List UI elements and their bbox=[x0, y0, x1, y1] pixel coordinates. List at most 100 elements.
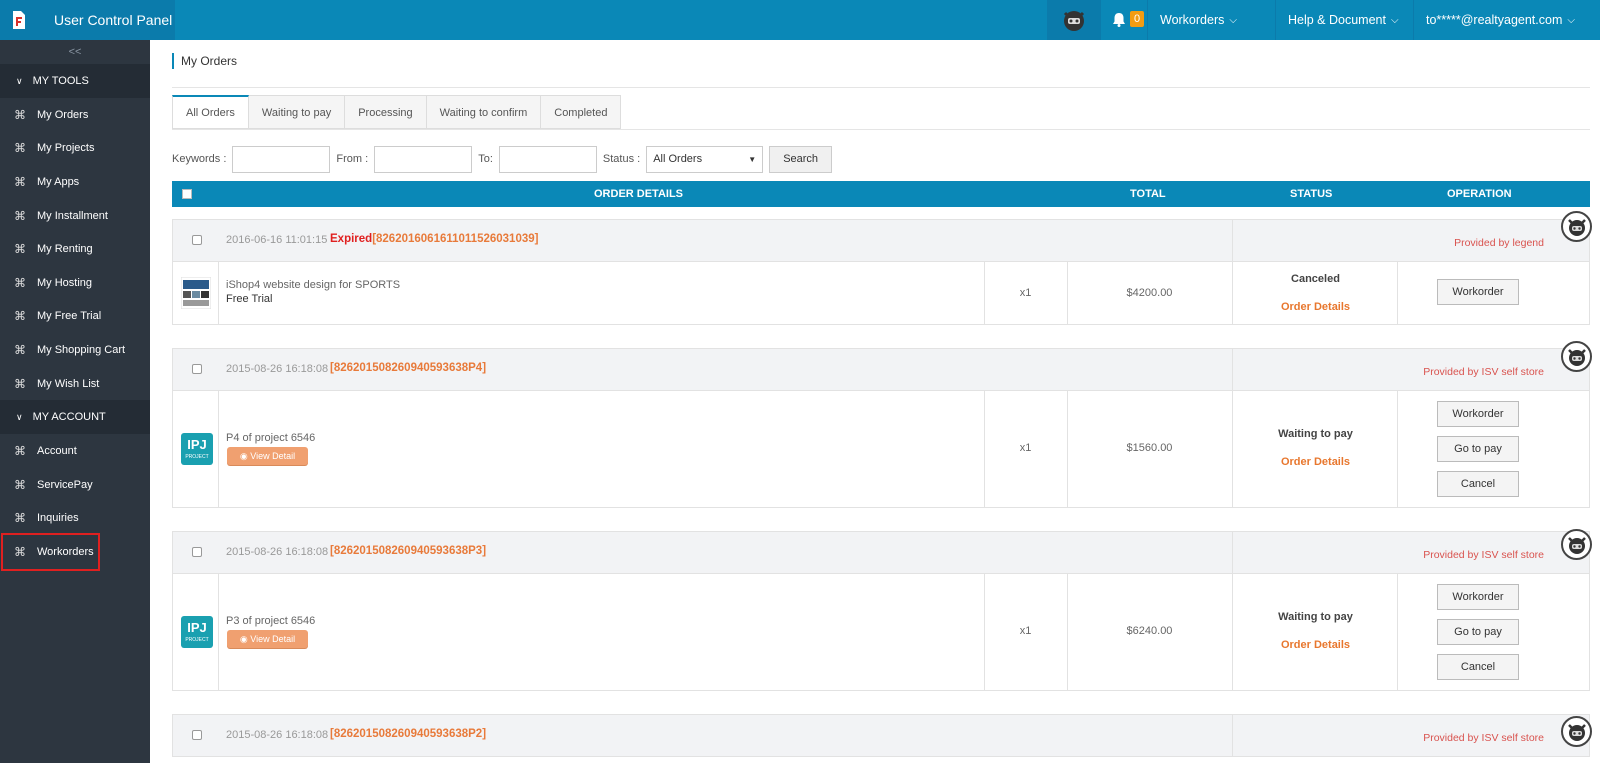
sidebar-item-my-shopping-cart[interactable]: ⌘ My Shopping Cart bbox=[0, 333, 150, 367]
workorder-button[interactable]: Workorder bbox=[1437, 401, 1519, 427]
sidebar-item-label: My Hosting bbox=[37, 276, 93, 289]
product-name[interactable]: P4 of project 6546 bbox=[226, 432, 315, 444]
sidebar-item-my-wish-list[interactable]: ⌘ My Wish List bbox=[0, 367, 150, 401]
keywords-input[interactable] bbox=[232, 145, 331, 173]
divider bbox=[1232, 532, 1233, 574]
help-document-menu[interactable]: Help & Document ⌵ bbox=[1275, 0, 1411, 40]
order-row: 2015-08-26 16:18:08 [8262015082609405936… bbox=[172, 531, 1590, 691]
workorder-button[interactable]: Workorder bbox=[1437, 279, 1519, 305]
divider bbox=[1232, 715, 1233, 757]
eye-icon: ◉ bbox=[239, 451, 248, 461]
quantity: x1 bbox=[1019, 442, 1032, 454]
view-detail-label: View Detail bbox=[250, 451, 296, 461]
order-details-link[interactable]: Order Details bbox=[1243, 456, 1388, 468]
bell-icon bbox=[1113, 12, 1125, 27]
tab-all-orders[interactable]: All Orders bbox=[172, 95, 249, 129]
workorders-menu[interactable]: Workorders ⌵ bbox=[1147, 0, 1249, 40]
tab-completed[interactable]: Completed bbox=[541, 95, 622, 129]
from-date-input[interactable] bbox=[374, 145, 473, 173]
sidebar-item-my-renting[interactable]: ⌘ My Renting bbox=[0, 232, 150, 266]
select-all-checkbox[interactable] bbox=[182, 189, 192, 199]
chevron-down-icon: ⌵ bbox=[1567, 14, 1575, 26]
search-button[interactable]: Search bbox=[769, 145, 833, 173]
sidebar-item-my-orders[interactable]: ⌘ My Orders bbox=[0, 98, 150, 132]
divider bbox=[172, 129, 1590, 130]
order-checkbox[interactable] bbox=[192, 730, 202, 740]
divider bbox=[1397, 574, 1398, 690]
to-date-input[interactable] bbox=[498, 145, 597, 173]
keywords-label: Keywords : bbox=[172, 153, 227, 165]
robot-support-icon[interactable] bbox=[1561, 211, 1592, 242]
total-price: $1560.00 bbox=[1126, 442, 1173, 454]
sidebar-item-my-free-trial[interactable]: ⌘ My Free Trial bbox=[0, 300, 150, 334]
column-header-status: STATUS bbox=[1290, 188, 1333, 200]
sidebar-item-label: My Projects bbox=[37, 142, 95, 155]
sidebar-item-account[interactable]: ⌘ Account bbox=[0, 434, 150, 468]
order-number[interactable]: Expired[8262016061611011526031039] bbox=[330, 233, 538, 245]
sidebar-item-label: My Apps bbox=[37, 175, 80, 188]
user-email-label: to*****@realtyagent.com bbox=[1426, 13, 1563, 27]
cancel-button[interactable]: Cancel bbox=[1437, 471, 1519, 497]
quantity: x1 bbox=[1019, 625, 1032, 637]
cancel-button[interactable]: Cancel bbox=[1437, 654, 1519, 680]
product-thumbnail[interactable] bbox=[180, 276, 213, 310]
status-label: Status : bbox=[602, 153, 641, 165]
robot-support-icon[interactable] bbox=[1561, 341, 1592, 372]
workorder-button[interactable]: Workorder bbox=[1437, 584, 1519, 610]
product-subtitle: Free Trial bbox=[226, 293, 273, 305]
go-to-pay-button[interactable]: Go to pay bbox=[1437, 436, 1519, 462]
product-name[interactable]: P3 of project 6546 bbox=[226, 615, 315, 627]
order-checkbox[interactable] bbox=[192, 364, 202, 374]
order-tabs: All Orders Waiting to pay Processing Wai… bbox=[172, 95, 622, 129]
sidebar-section-my-tools[interactable]: ∨ MY TOOLS bbox=[0, 64, 150, 98]
order-number[interactable]: [826201508260940593638P4] bbox=[330, 362, 486, 374]
project-icon-text: IPJ bbox=[187, 620, 207, 635]
sidebar-collapse-button[interactable]: << bbox=[0, 40, 150, 64]
order-details-link[interactable]: Order Details bbox=[1243, 639, 1388, 651]
divider bbox=[1397, 391, 1398, 507]
user-account-menu[interactable]: to*****@realtyagent.com ⌵ bbox=[1413, 0, 1587, 40]
tab-waiting-to-confirm[interactable]: Waiting to confirm bbox=[426, 95, 542, 129]
sidebar-item-workorders[interactable]: ⌘ Workorders bbox=[1, 533, 100, 571]
robot-support-icon[interactable] bbox=[1561, 716, 1592, 747]
order-details-link[interactable]: Order Details bbox=[1243, 301, 1388, 313]
order-date: 2015-08-26 16:18:08 bbox=[226, 729, 329, 741]
tab-processing[interactable]: Processing bbox=[345, 95, 427, 129]
user-avatar[interactable] bbox=[1047, 0, 1101, 40]
order-number[interactable]: [826201508260940593638P2] bbox=[330, 728, 486, 740]
view-detail-button[interactable]: ◉ View Detail bbox=[227, 447, 308, 465]
order-checkbox[interactable] bbox=[192, 235, 202, 245]
status-select[interactable]: All Orders ▼ bbox=[646, 145, 764, 173]
brand[interactable]: User Control Panel bbox=[0, 0, 175, 40]
sidebar-section-my-account[interactable]: ∨ MY ACCOUNT bbox=[0, 400, 150, 435]
tab-waiting-to-pay[interactable]: Waiting to pay bbox=[248, 95, 346, 129]
order-row: 2015-08-26 16:18:08 [8262015082609405936… bbox=[172, 714, 1590, 757]
project-icon[interactable]: IPJ PROJECT bbox=[181, 616, 213, 648]
robot-support-icon[interactable] bbox=[1561, 529, 1592, 560]
divider bbox=[1067, 574, 1068, 690]
caret-down-icon: ▼ bbox=[748, 154, 757, 164]
sidebar-item-my-projects[interactable]: ⌘ My Projects bbox=[0, 132, 150, 166]
expired-label: Expired bbox=[330, 233, 373, 245]
go-to-pay-button[interactable]: Go to pay bbox=[1437, 619, 1519, 645]
divider bbox=[1397, 262, 1398, 324]
sidebar-item-my-apps[interactable]: ⌘ My Apps bbox=[0, 165, 150, 199]
product-name[interactable]: iShop4 website design for SPORTS bbox=[226, 279, 400, 291]
divider bbox=[1232, 220, 1233, 262]
sidebar-item-my-installment[interactable]: ⌘ My Installment bbox=[0, 199, 150, 233]
sidebar-item-my-hosting[interactable]: ⌘ My Hosting bbox=[0, 266, 150, 300]
divider bbox=[1232, 262, 1233, 324]
sidebar-item-label: Workorders bbox=[37, 545, 94, 558]
sidebar-item-servicepay[interactable]: ⌘ ServicePay bbox=[0, 468, 150, 502]
eye-icon: ◉ bbox=[239, 634, 248, 644]
order-number[interactable]: [826201508260940593638P3] bbox=[330, 545, 486, 557]
app-title: User Control Panel bbox=[54, 12, 173, 28]
order-checkbox[interactable] bbox=[192, 547, 202, 557]
notification-bell[interactable]: 0 bbox=[1112, 11, 1145, 27]
divider bbox=[172, 87, 1590, 88]
command-icon: ⌘ bbox=[14, 444, 26, 459]
view-detail-button[interactable]: ◉ View Detail bbox=[227, 630, 308, 648]
order-body: IPJ PROJECT P3 of project 6546 ◉ View De… bbox=[173, 574, 1589, 690]
project-icon[interactable]: IPJ PROJECT bbox=[181, 433, 213, 465]
sidebar-item-inquiries[interactable]: ⌘ Inquiries bbox=[0, 502, 150, 536]
